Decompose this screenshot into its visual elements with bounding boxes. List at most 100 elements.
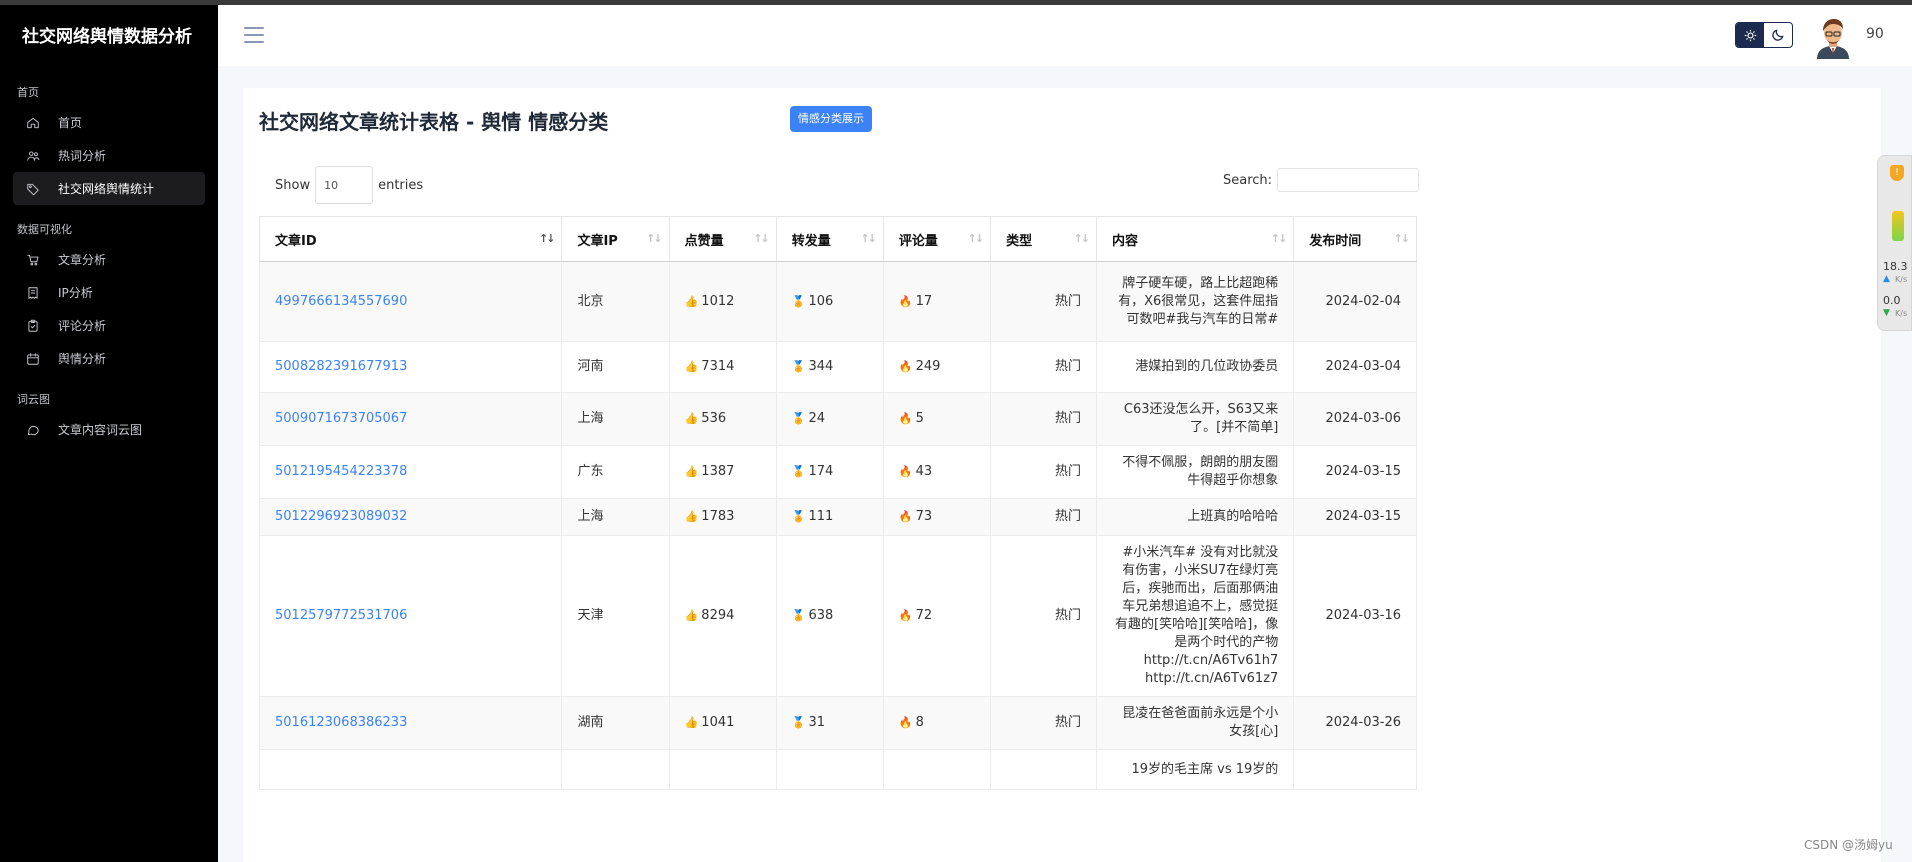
comments-cell: 🔥 72 xyxy=(882,535,992,697)
likes-cell: 👍 8294 xyxy=(668,535,777,697)
entries-select[interactable]: 10 xyxy=(315,166,374,204)
medal-icon: 🏅 xyxy=(791,716,806,729)
app-title: 社交网络舆情数据分析 xyxy=(22,27,192,47)
sun-icon[interactable] xyxy=(1736,23,1764,47)
comments-cell-value: 73 xyxy=(915,509,933,524)
comments-cell xyxy=(882,749,992,790)
hamburger-menu-button[interactable] xyxy=(242,24,266,46)
sort-arrows-icon[interactable]: ↑↓ xyxy=(860,232,877,245)
upload-unit: K/s xyxy=(1895,275,1908,284)
table-row: 5009071673705067 上海 👍 536 🏅 24 🔥 5 热门 C63还没怎么开，S6… xyxy=(258,392,1417,446)
comments-cell-value: 249 xyxy=(915,359,941,374)
ip-text: 上海 xyxy=(577,411,604,426)
upload-speed: 18.3 xyxy=(1883,260,1908,273)
likes-cell xyxy=(668,749,777,790)
date-cell: 2024-03-15 xyxy=(1293,498,1417,536)
column-header[interactable]: 内容 ↑↓ xyxy=(1096,216,1295,262)
sidebar-item-label: IP分析 xyxy=(58,286,93,300)
sort-arrows-icon[interactable]: ↑↓ xyxy=(968,232,985,245)
ip-text: 河南 xyxy=(577,359,604,374)
show-label: Show xyxy=(275,177,311,193)
shares-cell: 🏅 111 xyxy=(775,498,884,536)
user-avatar[interactable] xyxy=(1814,17,1852,59)
fire-icon: 🔥 xyxy=(898,609,913,622)
moon-icon[interactable] xyxy=(1764,23,1792,47)
date-cell: 2024-03-06 xyxy=(1293,392,1417,446)
medal-icon: 🏅 xyxy=(791,412,806,425)
shares-cell: 🏅 24 xyxy=(775,392,884,446)
comments-cell: 🔥 249 xyxy=(882,341,992,393)
sidebar-item[interactable]: 文章内容词云图 xyxy=(13,413,205,446)
likes-cell: 👍 7314 xyxy=(668,341,777,393)
sidebar-item[interactable]: 首页 xyxy=(13,106,205,139)
ip-cell: 天津 xyxy=(561,535,670,697)
search-label: Search: xyxy=(1223,172,1273,188)
article-id-link[interactable]: 5012579772531706 xyxy=(275,608,407,623)
shield-icon: ! xyxy=(1890,165,1904,181)
type-cell: 热门 xyxy=(990,392,1098,446)
sort-arrows-icon[interactable]: ↑↓ xyxy=(1271,232,1288,245)
receipt-icon xyxy=(26,286,40,300)
article-id-link[interactable]: 5012296923089032 xyxy=(275,509,407,524)
ip-cell: 广东 xyxy=(561,445,670,499)
type-text: 热门 xyxy=(1055,509,1082,524)
sort-arrows-icon[interactable]: ↑↓ xyxy=(753,232,770,245)
sidebar-item[interactable]: 热词分析 xyxy=(13,139,205,172)
comments-cell-value: 5 xyxy=(915,411,924,426)
content-cell: 昆凌在爸爸面前永远是个小女孩[心] xyxy=(1096,696,1295,750)
watermark: CSDN @汤姆yu xyxy=(1804,838,1893,852)
sort-arrows-icon[interactable]: ↑↓ xyxy=(539,232,556,245)
network-speed-widget[interactable]: ! 18.3 ▲ K/s 0.0 ▼ K/s xyxy=(1877,155,1912,331)
column-header[interactable]: 文章ID ↑↓ xyxy=(258,216,563,262)
top-header: 90 xyxy=(218,5,1912,66)
shares-cell: 🏅 106 xyxy=(775,261,884,342)
table-row: 5012195454223378 广东 👍 1387 🏅 174 🔥 43 热门 不得不佩服，朗朗… xyxy=(258,445,1417,499)
level-bar xyxy=(1892,211,1904,241)
thumbs-up-icon: 👍 xyxy=(684,465,699,478)
comments-cell-value: 43 xyxy=(915,464,933,479)
likes-cell-value: 1012 xyxy=(701,293,735,309)
date-cell: 2024-03-04 xyxy=(1293,341,1417,393)
medal-icon: 🏅 xyxy=(791,609,806,622)
column-header[interactable]: 文章IP ↑↓ xyxy=(561,216,670,262)
type-text: 热门 xyxy=(1055,411,1082,426)
fire-icon: 🔥 xyxy=(898,510,913,523)
content-cell: 19岁的毛主席 vs 19岁的 xyxy=(1096,749,1295,790)
sidebar-item[interactable]: 社交网络舆情统计 xyxy=(13,172,205,205)
article-id-link[interactable]: 5009071673705067 xyxy=(275,411,407,426)
page-title: 社交网络文章统计表格 - 舆情 情感分类 xyxy=(259,110,609,134)
ip-cell: 北京 xyxy=(561,261,670,342)
column-header[interactable]: 发布时间 ↑↓ xyxy=(1293,216,1417,262)
likes-cell-value: 1041 xyxy=(701,715,735,730)
article-id-link[interactable]: 4997666134557690 xyxy=(275,294,407,309)
sort-arrows-icon[interactable]: ↑↓ xyxy=(1394,232,1411,245)
table-row: 19岁的毛主席 vs 19岁的 xyxy=(258,749,1417,790)
column-header[interactable]: 评论量 ↑↓ xyxy=(882,216,992,262)
type-text: 热门 xyxy=(1055,608,1082,623)
column-header[interactable]: 转发量 ↑↓ xyxy=(775,216,884,262)
article-id-cell: 5009071673705067 xyxy=(258,392,563,446)
sidebar-item[interactable]: 评论分析 xyxy=(13,309,205,342)
tag-icon xyxy=(26,182,40,196)
sidebar-item[interactable]: 文章分析 xyxy=(13,243,205,276)
column-header[interactable]: 类型 ↑↓ xyxy=(990,216,1098,262)
sidebar-item[interactable]: IP分析 xyxy=(13,276,205,309)
column-header[interactable]: 点赞量 ↑↓ xyxy=(668,216,777,262)
entries-label: entries xyxy=(378,177,424,193)
cart-icon xyxy=(26,253,40,267)
sidebar-item[interactable]: 舆情分析 xyxy=(13,342,205,375)
article-id-link[interactable]: 5008282391677913 xyxy=(275,359,407,374)
comments-cell: 🔥 5 xyxy=(882,392,992,446)
column-header-label: 点赞量 xyxy=(684,233,724,249)
theme-toggle[interactable] xyxy=(1735,22,1793,48)
column-header-label: 发布时间 xyxy=(1309,233,1362,249)
comments-cell-value: 8 xyxy=(915,715,924,730)
sort-arrows-icon[interactable]: ↑↓ xyxy=(646,232,663,245)
home-icon xyxy=(26,116,40,130)
sentiment-category-button[interactable]: 情感分类展示 xyxy=(790,106,872,132)
shares-cell-value: 111 xyxy=(808,509,834,524)
search-input[interactable] xyxy=(1277,168,1420,192)
sort-arrows-icon[interactable]: ↑↓ xyxy=(1074,232,1091,245)
article-id-link[interactable]: 5016123068386233 xyxy=(275,715,407,730)
article-id-link[interactable]: 5012195454223378 xyxy=(275,464,407,479)
